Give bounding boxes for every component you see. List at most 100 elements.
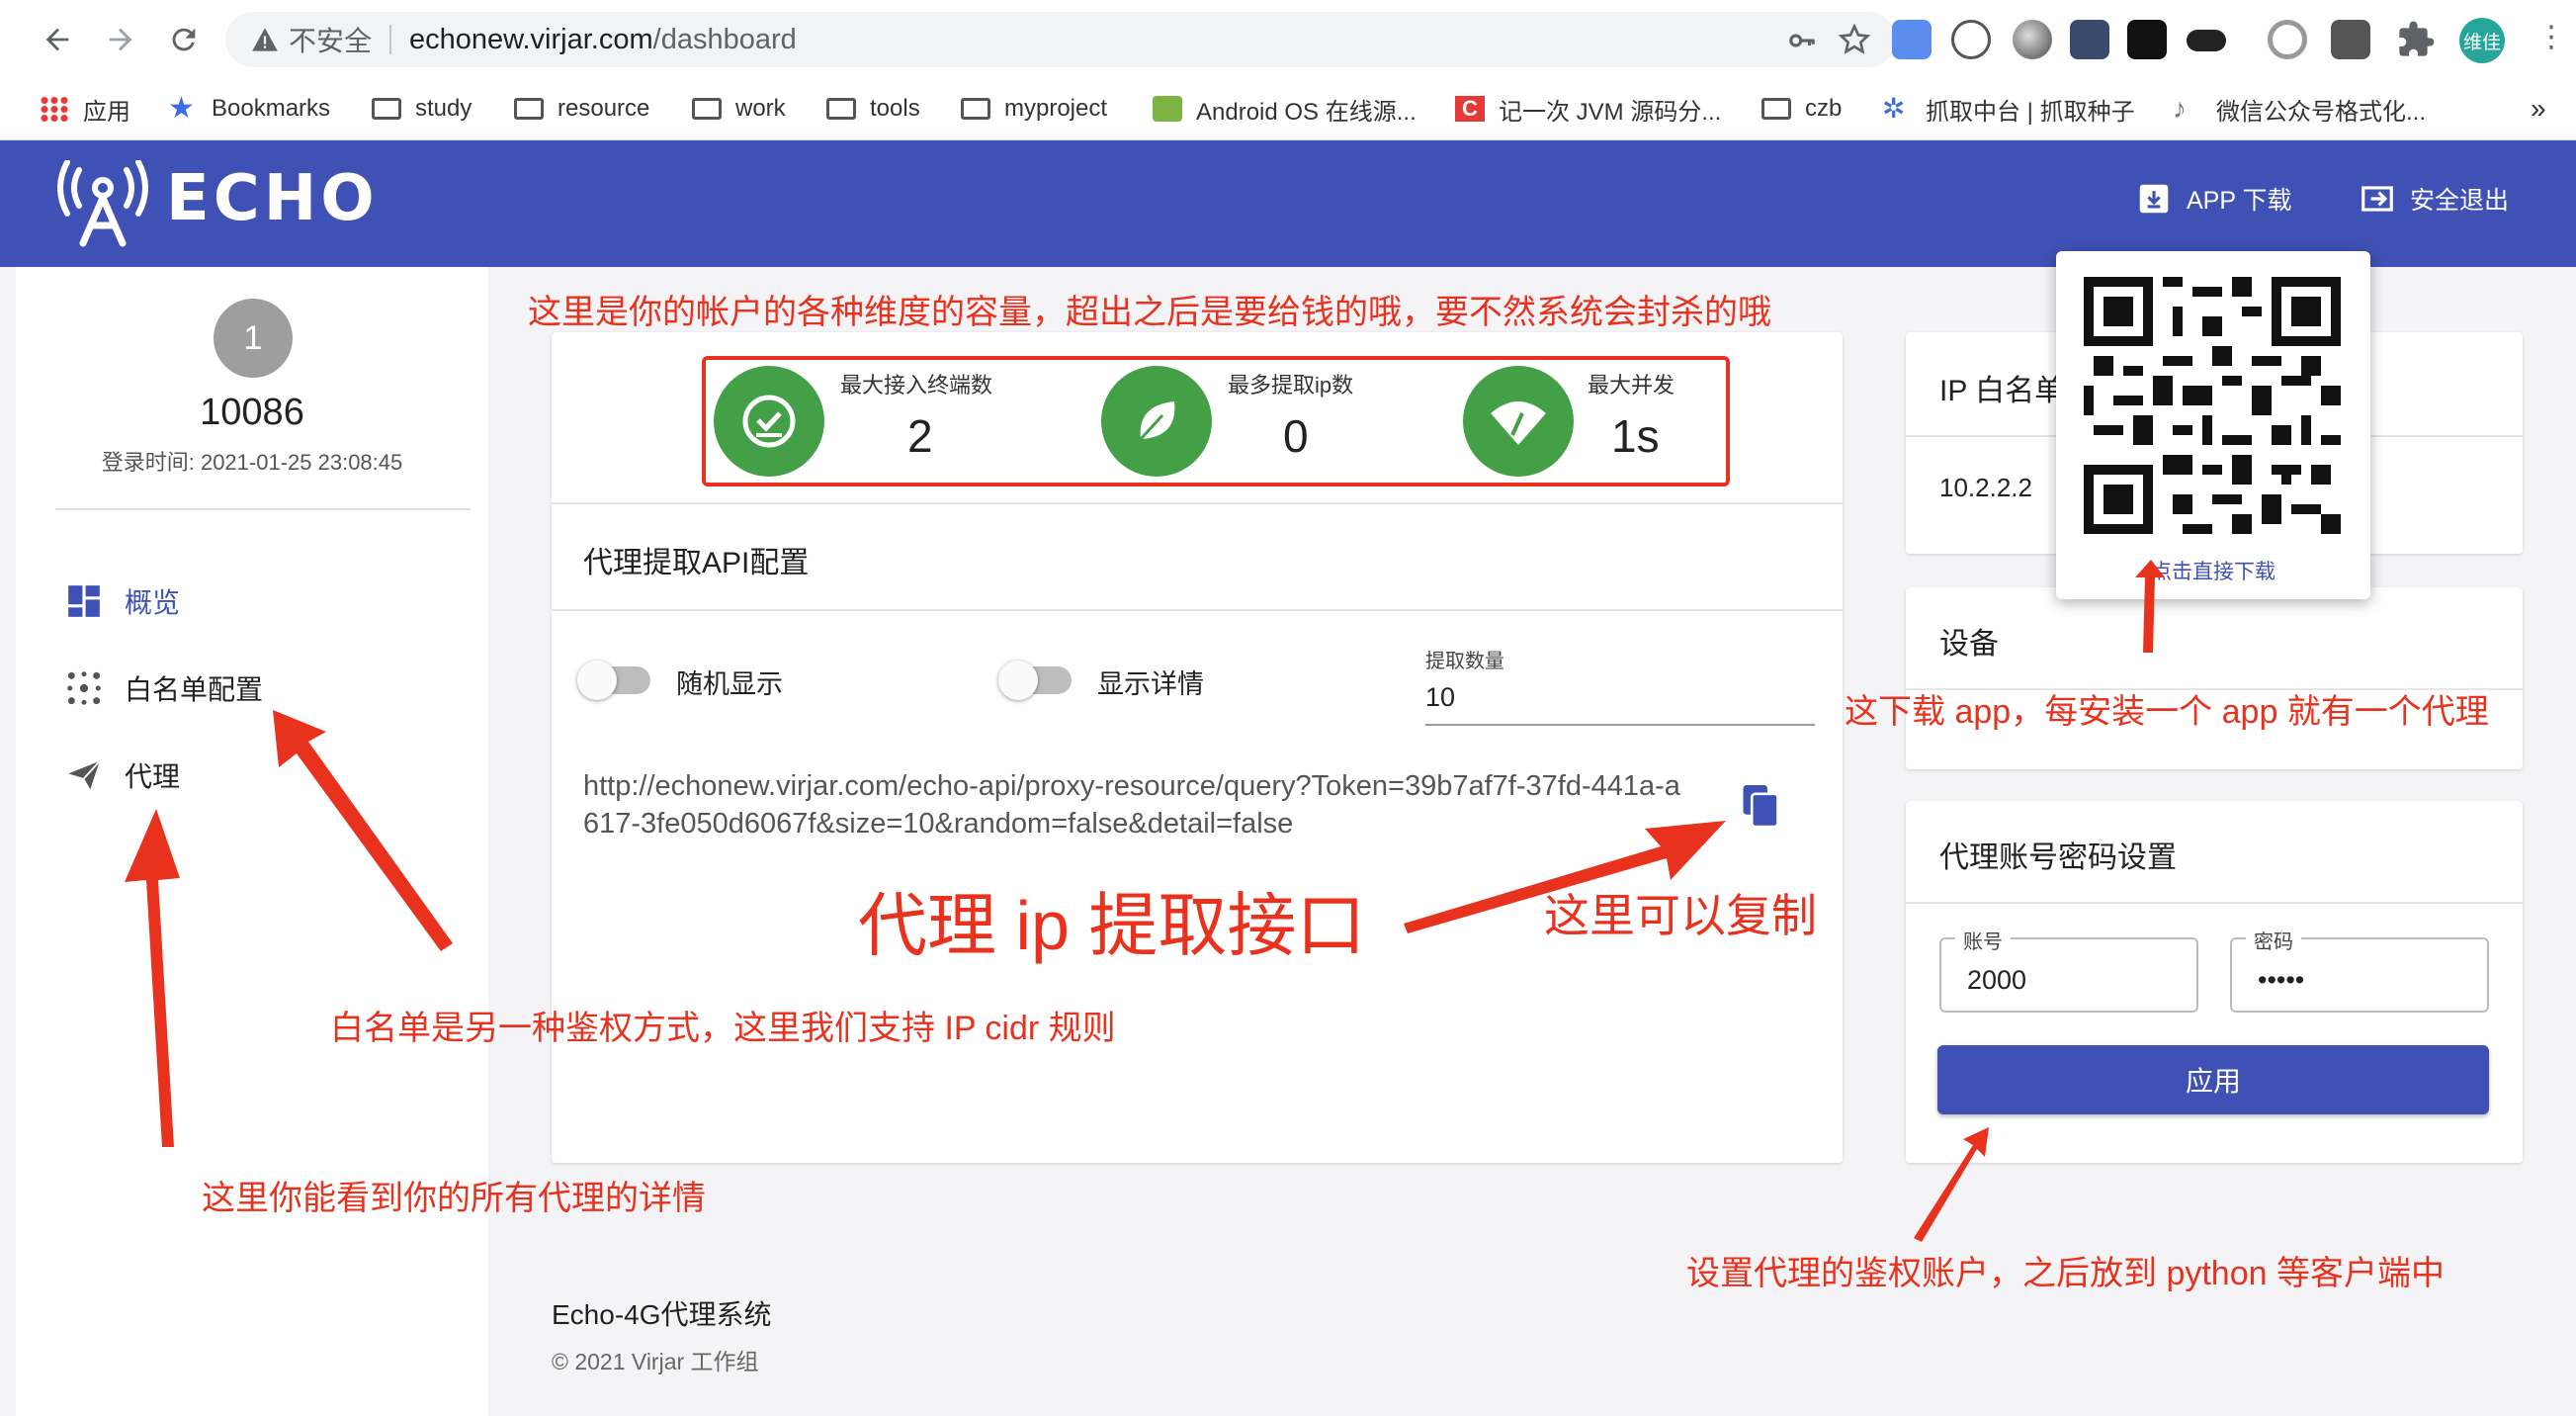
star-icon[interactable] <box>1839 24 1870 55</box>
account-value: 2000 <box>1967 965 2027 995</box>
bookmark-folder[interactable]: study <box>372 89 472 129</box>
api-config-title: 代理提取API配置 <box>583 547 810 579</box>
bookmark-label: myproject <box>1004 95 1108 122</box>
bookmark-label: work <box>735 95 786 122</box>
app-download-button[interactable]: APP 下载 <box>2135 180 2292 218</box>
reload-icon <box>172 28 196 51</box>
folder-icon <box>514 98 544 120</box>
address-bar[interactable]: 不安全 echonew.virjar.com/dashboard <box>225 12 1896 67</box>
reload-button[interactable] <box>162 18 206 61</box>
footer-copyright: © 2021 Virjar 工作组 <box>552 1349 759 1374</box>
sidebar-item-label: 代理 <box>125 761 181 792</box>
url-host: echonew.virjar.com <box>409 23 653 55</box>
detail-label: 显示详情 <box>1097 669 1204 699</box>
extension-icon[interactable] <box>2331 20 2370 59</box>
account-label: 账号 <box>1955 926 2011 954</box>
binary-extension-icon[interactable] <box>2127 20 2167 59</box>
extension-icon[interactable] <box>2268 20 2307 59</box>
annotation-whitelist: 白名单是另一种鉴权方式，这里我们支持 IP cidr 规则 <box>330 1010 1116 1047</box>
footer-name: Echo-4G代理系统 <box>552 1299 772 1330</box>
bookmark-folder[interactable]: resource <box>514 89 649 129</box>
device-card: 设备 <box>1906 587 2523 769</box>
folder-icon <box>372 98 401 120</box>
warning-icon <box>252 28 278 51</box>
folder-icon <box>826 98 856 120</box>
count-underline <box>1425 724 1815 726</box>
app-download-label: APP 下载 <box>2187 187 2292 215</box>
password-value: ••••• <box>2258 965 2305 995</box>
bookmark-label: czb <box>1805 95 1843 122</box>
bookmark-apps[interactable]: 应用 <box>40 89 130 129</box>
key-icon[interactable] <box>1787 26 1817 55</box>
insecure-label: 不安全 <box>289 26 373 56</box>
puzzle-icon[interactable] <box>2396 20 2436 59</box>
sidebar-item-whitelist[interactable]: 白名单配置 <box>65 668 263 708</box>
back-button[interactable] <box>36 18 79 61</box>
apply-button[interactable]: 应用 <box>1937 1045 2489 1114</box>
extension-icon[interactable] <box>1951 20 1991 59</box>
profile-avatar[interactable]: 维佳 <box>2459 18 2505 63</box>
sidebar-item-label: 概览 <box>125 587 181 618</box>
annotation-account: 设置代理的鉴权账户，之后放到 python 等客户端中 <box>1686 1255 2445 1292</box>
logout-button[interactable]: 安全退出 <box>2359 180 2509 218</box>
send-icon <box>68 760 101 790</box>
dashboard-icon <box>68 585 100 617</box>
bookmark-label: study <box>415 95 472 122</box>
copy-icon[interactable] <box>1740 783 1781 829</box>
annotation-app: 这下载 app，每安装一个 app 就有一个代理 <box>1845 693 2489 731</box>
stats-highlight-box <box>702 356 1730 487</box>
whitelist-title: IP 白名单 <box>1939 375 2065 407</box>
bookmark-label: resource <box>558 95 650 122</box>
bookmark-android[interactable]: Android OS 在线源... <box>1153 89 1417 129</box>
sidebar-item-overview[interactable]: 概览 <box>65 581 180 621</box>
bookmarks-more-button[interactable]: » <box>2531 89 2546 129</box>
bookmark-label: tools <box>870 95 920 122</box>
logout-label: 安全退出 <box>2410 187 2510 215</box>
bookmark-folder[interactable]: tools <box>826 89 920 129</box>
bookmark-label: 微信公众号格式化... <box>2216 98 2427 126</box>
bookmark-folder[interactable]: work <box>692 89 786 129</box>
mask-extension-icon[interactable] <box>2187 30 2226 51</box>
count-input[interactable]: 10 <box>1425 682 1455 713</box>
proxy-account-title: 代理账号密码设置 <box>1939 841 2177 874</box>
sidebar: 1 10086 登录时间: 2021-01-25 23:08:45 概览 白名单… <box>16 267 488 1416</box>
qr-code-icon <box>2084 277 2341 534</box>
annotation-proxy: 这里你能看到你的所有代理的详情 <box>202 1180 706 1217</box>
bookmark-bookmarks[interactable]: ★ Bookmarks <box>168 89 330 129</box>
password-field[interactable]: 密码 ••••• <box>2230 926 2489 1013</box>
star-icon: ★ <box>168 92 195 125</box>
extension-icon[interactable] <box>2070 20 2109 59</box>
security-indicator[interactable]: 不安全 <box>251 20 372 59</box>
apps-grid-icon <box>40 96 69 122</box>
bookmarks-bar: 应用 ★ Bookmarks study resource work tools… <box>0 79 2576 140</box>
qr-download-popup[interactable]: 点击直接下载 <box>2056 251 2370 599</box>
bookmark-crawler[interactable]: ✲ 抓取中台 | 抓取种子 <box>1882 89 2135 129</box>
menu-icon[interactable]: ⋮ <box>2536 20 2566 54</box>
bookmark-wechat[interactable]: ♪ 微信公众号格式化... <box>2173 89 2426 129</box>
account-field[interactable]: 账号 2000 <box>1939 926 2198 1013</box>
url-path: /dashboard <box>652 23 797 55</box>
folder-icon <box>1761 98 1791 120</box>
whitelist-ip: 10.2.2.2 <box>1939 473 2032 502</box>
detail-toggle[interactable] <box>998 661 1072 700</box>
csdn-icon: C <box>1455 96 1485 122</box>
extension-icon[interactable] <box>1892 20 1932 59</box>
logo-text: ECHO <box>166 162 379 235</box>
qr-caption[interactable]: 点击直接下载 <box>2056 556 2370 585</box>
forward-button[interactable] <box>99 18 142 61</box>
divider <box>1906 902 2523 904</box>
folder-icon <box>961 98 990 120</box>
bookmark-folder[interactable]: myproject <box>961 89 1107 129</box>
sidebar-item-proxy[interactable]: 代理 <box>65 755 180 795</box>
random-toggle[interactable] <box>577 661 650 700</box>
url-text[interactable]: echonew.virjar.com/dashboard <box>409 24 797 56</box>
bookmark-csdn[interactable]: C 记一次 JVM 源码分... <box>1455 89 1721 129</box>
bookmark-label: Android OS 在线源... <box>1196 98 1417 126</box>
api-url[interactable]: http://echonew.virjar.com/echo-api/proxy… <box>583 767 1690 842</box>
extension-icon[interactable] <box>2013 20 2052 59</box>
download-icon <box>2139 184 2169 214</box>
sidebar-item-label: 白名单配置 <box>125 674 264 705</box>
avatar: 1 <box>214 299 293 378</box>
bookmark-folder[interactable]: czb <box>1761 89 1842 129</box>
bookmark-label: 抓取中台 | 抓取种子 <box>1926 98 2135 126</box>
